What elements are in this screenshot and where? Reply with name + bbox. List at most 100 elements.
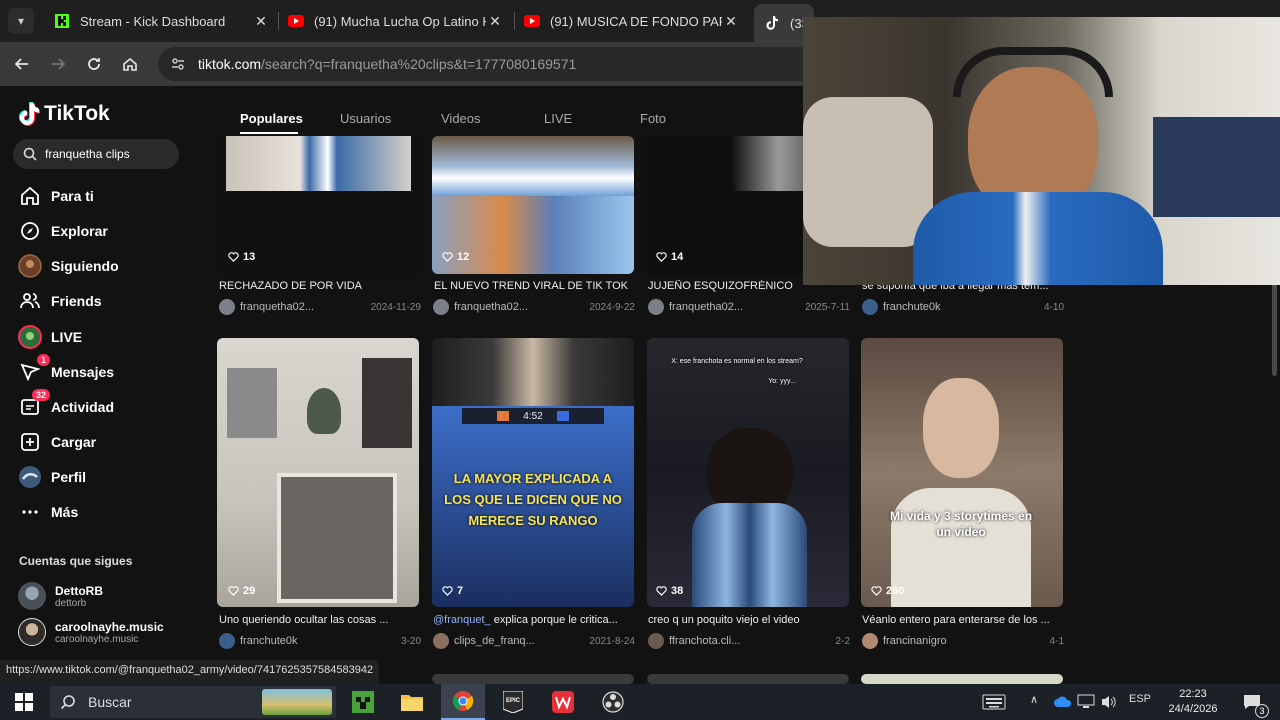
mention-tag[interactable]: @franquet_ [433, 614, 491, 626]
back-button[interactable] [10, 52, 34, 76]
video-caption[interactable]: Véanlo entero para enterarse de los ... [862, 614, 1064, 626]
avatar [648, 633, 664, 649]
video-author-row[interactable]: franquetha02... 2025-7-11 [648, 299, 850, 315]
profile-icon [18, 465, 42, 489]
youtube-icon [288, 13, 304, 29]
tab-foto[interactable]: Foto [640, 111, 666, 126]
like-count-value: 13 [243, 251, 256, 263]
author-name: franquetha02... [454, 301, 529, 313]
video-date: 4-1 [1049, 635, 1064, 647]
video-overlay-text: X: ese franchota es normal en los stream… [671, 358, 803, 365]
video-author-row[interactable]: franquetha02... 2024-11-29 [219, 299, 421, 315]
forward-button[interactable] [46, 52, 70, 76]
heart-icon [656, 586, 667, 596]
video-card[interactable] [432, 674, 634, 684]
close-icon[interactable]: ✕ [252, 13, 270, 30]
site-settings-icon[interactable] [170, 56, 186, 72]
video-caption[interactable]: RECHAZADO DE POR VIDA [219, 280, 421, 292]
address-bar[interactable]: tiktok.com/search?q=franquetha%20clips&t… [158, 47, 858, 81]
video-card[interactable] [647, 674, 849, 684]
browser-tab-youtube-1[interactable]: (91) Mucha Lucha Op Latino HD ✕ [278, 6, 512, 36]
video-author-row[interactable]: ffranchota.cli... 2-2 [648, 633, 850, 649]
nav-siguiendo[interactable]: Siguiendo [18, 251, 119, 281]
nav-actividad[interactable]: 32 Actividad [18, 389, 114, 422]
like-count: 260 [871, 585, 904, 597]
nav-mas[interactable]: Más [18, 497, 78, 527]
video-caption[interactable]: creo q un poquito viejo el video [648, 614, 850, 626]
start-button[interactable] [10, 688, 38, 716]
taskbar-epic-games[interactable]: EPIC [499, 688, 527, 716]
video-thumbnail-shirt [891, 488, 1031, 607]
nav-label: LIVE [51, 329, 83, 345]
tab-videos[interactable]: Videos [441, 111, 481, 126]
nav-para-ti[interactable]: Para ti [18, 181, 94, 211]
taskbar-clock[interactable]: 22:23 24/4/2026 [1158, 687, 1228, 717]
tab-usuarios[interactable]: Usuarios [340, 111, 391, 126]
tray-language[interactable]: ESP [1129, 693, 1151, 705]
taskbar-wps[interactable] [549, 688, 577, 716]
taskbar-minecraft[interactable] [349, 688, 377, 716]
heart-icon [656, 252, 667, 262]
video-date: 4-10 [1043, 301, 1064, 313]
windows-icon [15, 693, 33, 711]
close-icon[interactable]: ✕ [486, 13, 504, 30]
nav-live[interactable]: LIVE [18, 322, 82, 352]
tab-live[interactable]: LIVE [544, 111, 572, 126]
nav-friends[interactable]: Friends [18, 286, 102, 316]
nav-perfil[interactable]: Perfil [18, 462, 86, 492]
video-card[interactable] [861, 674, 1063, 684]
webcam-overlay [803, 17, 1280, 285]
author-name: franchute0k [240, 635, 298, 647]
notification-center-button[interactable]: 3 [1238, 688, 1269, 718]
taskbar-chrome[interactable] [441, 684, 485, 720]
logo-text: TikTok [44, 102, 110, 125]
video-date: 3-20 [400, 635, 421, 647]
video-author-row[interactable]: franquetha02... 2024-9-22 [433, 299, 635, 315]
video-author-row[interactable]: francinanigro 4-1 [862, 633, 1064, 649]
tab-title: (91) Mucha Lucha Op Latino HD [314, 13, 486, 29]
reload-button[interactable] [82, 52, 106, 76]
nav-mensajes[interactable]: 1 Mensajes [18, 354, 114, 387]
nav-cargar[interactable]: Cargar [18, 427, 96, 457]
search-input[interactable]: franquetha clips [13, 139, 179, 169]
nav-label: Siguiendo [51, 258, 119, 274]
url-host: tiktok.com [198, 56, 262, 72]
forward-arrow-icon [52, 58, 66, 70]
video-card[interactable]: X: ese franchota es normal en los stream… [647, 338, 849, 607]
task-view-button[interactable] [980, 688, 1008, 716]
wps-icon [552, 691, 574, 713]
taskbar-obs[interactable] [599, 688, 627, 716]
video-card[interactable]: Mi vida y 3 storytimes en un video [861, 338, 1063, 607]
tiktok-logo[interactable]: TikTok [18, 102, 110, 126]
tab-title: (91) MUSICA DE FONDO PARA [550, 13, 722, 29]
tab-populares[interactable]: Populares [240, 111, 303, 126]
home-button[interactable] [118, 52, 142, 76]
taskbar-file-explorer[interactable] [398, 688, 426, 716]
home-icon [123, 57, 137, 71]
following-account[interactable]: DettoRB dettorb [18, 582, 103, 610]
taskbar-search[interactable]: Buscar [50, 686, 336, 718]
nav-explorar[interactable]: Explorar [18, 216, 108, 246]
video-card[interactable] [217, 338, 419, 607]
browser-tab-kick[interactable]: Stream - Kick Dashboard ✕ [44, 6, 278, 36]
webcam-bed [1153, 117, 1280, 217]
video-author-row[interactable]: franchute0k 4-10 [862, 299, 1064, 315]
close-icon[interactable]: ✕ [722, 13, 740, 30]
tab-search-button[interactable]: ▾ [8, 8, 34, 34]
activity-icon: 32 [18, 389, 50, 419]
video-author-row[interactable]: clips_de_franq... 2021-8-24 [433, 633, 635, 649]
webcam-headphones [953, 47, 1113, 97]
video-author-row[interactable]: franchute0k 3-20 [219, 633, 421, 649]
tray-volume[interactable] [1095, 688, 1123, 716]
video-date: 2025-7-11 [805, 301, 850, 313]
like-count: 13 [228, 251, 255, 263]
video-caption[interactable]: EL NUEVO TREND VIRAL DE TIK TOK [434, 280, 636, 292]
video-caption[interactable]: Uno queriendo ocultar las cosas ... [219, 614, 421, 626]
avatar [18, 582, 46, 610]
browser-tab-youtube-2[interactable]: (91) MUSICA DE FONDO PARA ✕ [514, 6, 748, 36]
back-arrow-icon [14, 58, 28, 70]
video-caption[interactable]: @franquet_ explica porque le critica... [433, 614, 635, 626]
tray-overflow-icon[interactable]: ∧ [1030, 693, 1038, 706]
video-card[interactable]: 4:52 LA MAYOR EXPLICADA A LOS QUE LE DIC… [432, 338, 634, 607]
following-account[interactable]: caroolnayhe.music caroolnayhe.music [18, 618, 164, 646]
